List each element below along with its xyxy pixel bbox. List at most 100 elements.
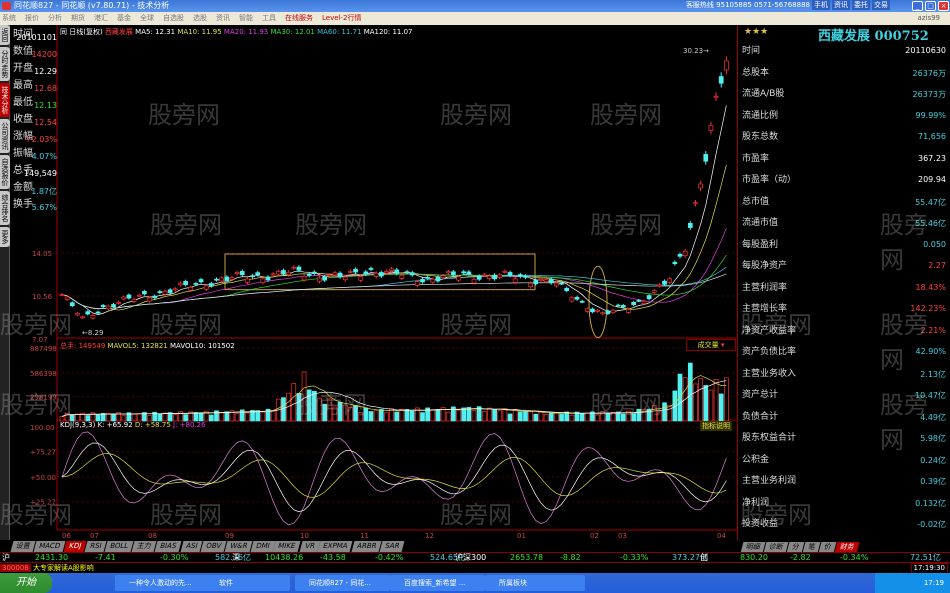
- top-button[interactable]: 资讯: [832, 0, 850, 10]
- mavol-line: [61, 375, 727, 417]
- low-label: ←8.29: [82, 329, 103, 337]
- volume-bar: [198, 412, 204, 422]
- taskbar-item[interactable]: 软件: [205, 575, 290, 591]
- month-tick: 09: [225, 532, 234, 540]
- volume-bar: [373, 410, 379, 422]
- taskbar-item[interactable]: 百度搜索_新希望 ...: [390, 575, 485, 591]
- ma-label: MA120: 11.07: [363, 28, 413, 36]
- volume-bar: [342, 404, 348, 422]
- top-button[interactable]: 手机: [812, 0, 830, 10]
- close-button[interactable]: ×: [938, 1, 949, 11]
- top-button[interactable]: 委托: [852, 0, 870, 10]
- volume-bar: [157, 413, 163, 422]
- month-tick: 02: [590, 532, 599, 540]
- minimize-button[interactable]: _: [912, 1, 923, 11]
- finance-label: 每股净资产: [742, 261, 788, 271]
- candle: [322, 276, 327, 281]
- indicator-tab[interactable]: ASI: [180, 541, 203, 552]
- start-button[interactable]: 开始: [0, 573, 52, 593]
- indicator-tab[interactable]: EXPMA: [317, 541, 353, 552]
- candle: [523, 275, 528, 278]
- indicator-tab[interactable]: BOLL: [104, 541, 134, 552]
- candle: [626, 309, 631, 313]
- volume-bar: [435, 409, 441, 422]
- indicator-tab[interactable]: VR: [299, 541, 320, 552]
- candle: [270, 273, 276, 276]
- index-value: -43.58: [320, 553, 346, 562]
- volume-bar: [461, 407, 467, 422]
- volume-bar: [64, 412, 70, 422]
- candle: [646, 295, 652, 300]
- finance-label: 公积金: [742, 454, 770, 465]
- vol-mavol10: MAVOL10: 101502: [170, 342, 235, 350]
- finance-row: 总股本 26376万: [742, 65, 946, 85]
- finance-label: 净资产收益率: [742, 325, 797, 336]
- candle: [152, 295, 158, 299]
- volume-bar: [595, 414, 600, 422]
- candle: [265, 276, 271, 281]
- volume-bar: [105, 413, 111, 422]
- indicator-tab[interactable]: DMI: [250, 541, 275, 552]
- maximize-button[interactable]: □: [925, 1, 936, 11]
- candle: [569, 297, 575, 302]
- finance-label: 资产总计: [742, 390, 779, 400]
- index-value: 深: [232, 553, 240, 562]
- candle: [708, 125, 714, 131]
- candle: [451, 271, 456, 276]
- indicator-tab[interactable]: MIKE: [272, 541, 302, 552]
- indicator-tab[interactable]: OBV: [200, 541, 227, 552]
- month-tick: 01: [517, 532, 526, 540]
- chart-area[interactable]: 14.05 10.56 7.07 ←8.29 30.23→ 887498 586398 298…: [0, 0, 737, 540]
- volume-bar: [497, 410, 503, 422]
- taskbar-item[interactable]: 所属板块: [485, 575, 585, 591]
- finance-value: 142.23%: [910, 304, 946, 313]
- indicator-tab[interactable]: 设置: [10, 541, 36, 552]
- ma-line: [61, 228, 727, 310]
- candle: [466, 271, 472, 275]
- candle: [75, 313, 80, 316]
- candle: [136, 294, 142, 297]
- candle: [389, 268, 394, 271]
- volume-bar: [517, 411, 523, 422]
- news-text[interactable]: 大专家解读A股影响: [33, 564, 94, 572]
- candle: [554, 282, 559, 287]
- system-tray: 17:19: [875, 573, 950, 593]
- candle: [590, 308, 595, 313]
- indicator-tab[interactable]: 主力: [131, 541, 157, 552]
- indicator-tab[interactable]: BIAS: [154, 541, 182, 552]
- vol-total: 总手: 149549: [60, 342, 106, 350]
- top-button[interactable]: 交易: [872, 0, 890, 10]
- taskbar-item[interactable]: 一种令人激动的先...: [115, 575, 210, 591]
- indicator-tab[interactable]: MACD: [33, 541, 66, 552]
- consolidation-box: [224, 253, 536, 291]
- indicator-tab[interactable]: KDJ: [63, 541, 87, 552]
- finance-value: 55.47亿: [915, 197, 946, 207]
- index-value: -7.41: [95, 553, 116, 562]
- candle: [281, 270, 286, 275]
- finance-row: 净资产收益率 2.21%: [742, 323, 946, 343]
- indicator-help-button[interactable]: 指标说明: [700, 421, 732, 431]
- candle: [543, 279, 549, 282]
- indicator-tab[interactable]: RSI: [84, 541, 107, 552]
- volume-bar: [224, 411, 230, 422]
- volume-bar: [708, 389, 714, 422]
- finance-panel: ★★★ 西藏发展 000752 时间 20110630 总股本 26376万 流通A/B…: [737, 25, 950, 553]
- candle: [214, 278, 219, 281]
- candle: [415, 281, 420, 286]
- finance-label: 主营业务收入: [742, 368, 797, 379]
- finance-label: 资产负债比率: [742, 347, 797, 357]
- finance-value: 10.47亿: [915, 391, 946, 400]
- indicator-dropdown[interactable]: 成交量 ▾: [686, 339, 736, 351]
- volume-bar: [554, 412, 559, 422]
- indicator-tab[interactable]: W&R: [224, 541, 253, 552]
- taskbar-item[interactable]: 同花顺827 - 同花...: [295, 575, 390, 591]
- finance-row: 流通A/B股 26373万: [742, 86, 946, 106]
- volume-bar: [332, 406, 338, 422]
- indicator-tab[interactable]: ARBR: [351, 541, 382, 552]
- candle: [157, 291, 163, 293]
- indicator-tab[interactable]: SAR: [379, 541, 405, 552]
- candle: [487, 275, 492, 279]
- candle: [564, 287, 570, 292]
- candle: [172, 288, 178, 291]
- finance-label: 股东总数: [742, 132, 779, 142]
